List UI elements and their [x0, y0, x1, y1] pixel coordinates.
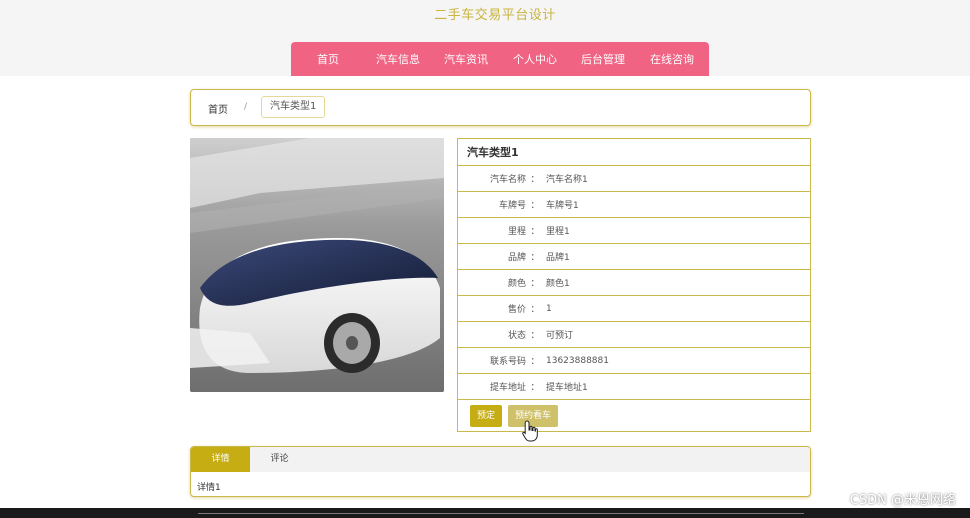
- detail-colon: ：: [530, 279, 540, 289]
- nav-item-car-news[interactable]: 汽车资讯: [431, 51, 501, 67]
- nav-item-car-info[interactable]: 汽车信息: [365, 51, 431, 67]
- page: 二手车交易平台设计 首页 汽车信息 汽车资讯 个人中心 后台管理 在线咨询 首页…: [0, 0, 970, 518]
- detail-value: 里程1: [546, 227, 570, 237]
- detail-value: 汽车名称1: [546, 175, 588, 185]
- nav-item-online-consult[interactable]: 在线咨询: [637, 51, 707, 67]
- breadcrumb-current: 汽车类型1: [261, 96, 326, 118]
- tab-details[interactable]: 详情: [191, 447, 250, 472]
- breadcrumb: 首页 / 汽车类型1: [190, 89, 811, 126]
- main-nav: 首页 汽车信息 汽车资讯 个人中心 后台管理 在线咨询: [291, 42, 709, 76]
- car-image: [190, 138, 444, 392]
- tab-content: 详情1: [197, 483, 221, 493]
- detail-colon: ：: [530, 305, 540, 315]
- detail-row-car-name: 汽车名称 ： 汽车名称1: [458, 166, 810, 192]
- breadcrumb-separator: /: [244, 102, 248, 112]
- car-details-panel: 汽车类型1 汽车名称 ： 汽车名称1 车牌号 ： 车牌号1 里程 ： 里程1 品…: [457, 138, 811, 432]
- detail-tabs: 详情 评论 详情1: [190, 446, 811, 497]
- detail-label: 状态: [507, 331, 526, 341]
- bottom-divider: [198, 513, 804, 514]
- detail-colon: ：: [530, 357, 540, 367]
- detail-actions: 预定 预约看车: [470, 405, 559, 427]
- detail-value: 13623888881: [546, 355, 609, 366]
- detail-label: 售价: [507, 305, 526, 315]
- details-title: 汽车类型1: [458, 139, 810, 166]
- detail-colon: ：: [530, 175, 540, 185]
- detail-row-color: 颜色 ： 颜色1: [458, 270, 810, 296]
- detail-colon: ：: [530, 201, 540, 211]
- detail-value: 车牌号1: [546, 201, 579, 211]
- detail-value: 颜色1: [546, 279, 570, 289]
- nav-item-home[interactable]: 首页: [291, 51, 365, 67]
- watermark: CSDN @米恩网络: [849, 493, 956, 508]
- detail-label: 提车地址: [489, 383, 526, 393]
- detail-row-mileage: 里程 ： 里程1: [458, 218, 810, 244]
- detail-row-price: 售价 ： 1: [458, 296, 810, 322]
- detail-row-brand: 品牌 ： 品牌1: [458, 244, 810, 270]
- book-button[interactable]: 预定: [470, 405, 503, 427]
- detail-label: 颜色: [507, 279, 526, 289]
- detail-row-plate: 车牌号 ： 车牌号1: [458, 192, 810, 218]
- detail-value: 提车地址1: [546, 383, 588, 393]
- detail-value: 可预订: [546, 331, 574, 341]
- detail-label: 联系号码: [489, 357, 526, 367]
- tab-comments[interactable]: 评论: [250, 447, 309, 472]
- detail-colon: ：: [530, 331, 540, 341]
- detail-label: 车牌号: [498, 201, 526, 211]
- detail-row-status: 状态 ： 可预订: [458, 322, 810, 348]
- detail-colon: ：: [530, 253, 540, 263]
- nav-item-admin[interactable]: 后台管理: [569, 51, 637, 67]
- detail-label: 品牌: [507, 253, 526, 263]
- hand-pointer-icon: [522, 420, 538, 442]
- nav-item-personal-center[interactable]: 个人中心: [501, 51, 569, 67]
- detail-label: 里程: [507, 227, 526, 237]
- detail-label: 汽车名称: [489, 175, 526, 185]
- site-title: 二手车交易平台设计: [434, 8, 556, 23]
- detail-value: 品牌1: [546, 253, 570, 263]
- detail-colon: ：: [530, 383, 540, 393]
- car-photo-illustration: [190, 138, 444, 392]
- detail-row-phone: 联系号码 ： 13623888881: [458, 348, 810, 374]
- tab-bar: 详情 评论: [191, 447, 810, 472]
- breadcrumb-home-link[interactable]: 首页: [208, 101, 228, 116]
- detail-value: 1: [546, 303, 552, 314]
- detail-row-pickup-address: 提车地址 ： 提车地址1: [458, 374, 810, 400]
- detail-colon: ：: [530, 227, 540, 237]
